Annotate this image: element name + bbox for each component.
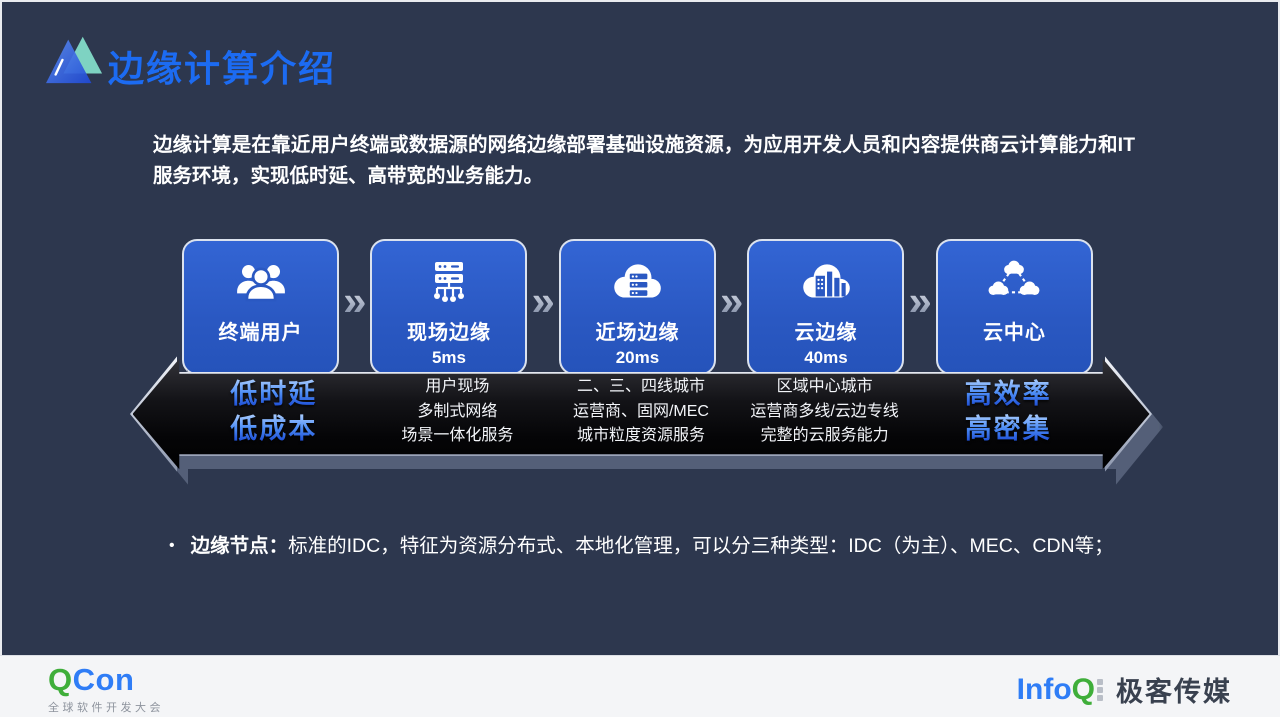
triangle-logo-icon	[46, 32, 104, 86]
cloud-cluster-icon	[987, 255, 1041, 311]
infoq-vertical-mark-icon	[1097, 679, 1104, 701]
qcon-logo-q: Q	[48, 662, 73, 697]
bullet-text: 标准的IDC，特征为资源分布式、本地化管理，可以分三种类型：IDC（为主）、ME…	[288, 535, 1114, 557]
arrow-col-nearfield: 二、三、四线城市 运营商、固网/MEC 城市粒度资源服务	[549, 375, 733, 449]
infoq-logo-info: Info	[1017, 673, 1072, 706]
footer-bar: QCon 全球软件开发大会 InfoQ 极客传媒	[0, 655, 1280, 717]
users-icon	[234, 255, 288, 311]
geek-media-wordmark: 极客传媒	[1116, 670, 1232, 709]
tier-label: 云中心	[983, 316, 1046, 345]
infoq-logo-q: Q	[1072, 673, 1095, 706]
edge-node-bullet: • 边缘节点：标准的IDC，特征为资源分布式、本地化管理，可以分三种类型：IDC（…	[169, 529, 1159, 558]
slide-background: 边缘计算介绍 边缘计算是在靠近用户终端或数据源的网络边缘部署基础设施资源，为应用…	[2, 2, 1278, 655]
tier-label: 近场边缘	[595, 316, 679, 345]
arrow-col-cloud-edge: 区域中心城市 运营商多线/云边专线 完整的云服务能力	[733, 375, 917, 449]
double-chevron-right-icon: »	[343, 280, 366, 322]
cloud-server-icon	[608, 255, 666, 311]
arrow-columns: 低时延 低成本 用户现场 多制式网络 场景一体化服务 二、三、四线城市 运营商、…	[182, 370, 1100, 454]
arrow-col-onsite: 用户现场 多制式网络 场景一体化服务	[366, 375, 550, 449]
bullet-marker: •	[169, 537, 175, 554]
tier-label: 云边缘	[794, 316, 857, 345]
arrow-col-high-efficiency: 高效率 高密集	[916, 377, 1100, 447]
edge-spectrum-arrow: 低时延 低成本 用户现场 多制式网络 场景一体化服务 二、三、四线城市 运营商、…	[130, 354, 1152, 474]
double-chevron-right-icon: »	[720, 280, 743, 322]
cloud-city-icon	[797, 255, 855, 311]
bullet-label: 边缘节点：	[191, 535, 289, 557]
intro-paragraph: 边缘计算是在靠近用户终端或数据源的网络边缘部署基础设施资源，为应用开发人员和内容…	[153, 130, 1135, 192]
tier-label: 终端用户	[219, 316, 303, 345]
page-title: 边缘计算介绍	[108, 40, 336, 92]
infoq-logo: InfoQ 极客传媒	[1017, 670, 1232, 709]
qcon-logo-con: Con	[73, 662, 135, 697]
qcon-subtitle: 全球软件开发大会	[48, 699, 164, 715]
qcon-logo: QCon 全球软件开发大会	[48, 662, 164, 715]
double-chevron-right-icon: »	[909, 280, 932, 322]
server-network-icon	[423, 255, 475, 311]
tier-label: 现场边缘	[407, 316, 491, 345]
double-chevron-right-icon: »	[532, 280, 555, 322]
arrow-col-low-latency-cost: 低时延 低成本	[182, 377, 366, 447]
